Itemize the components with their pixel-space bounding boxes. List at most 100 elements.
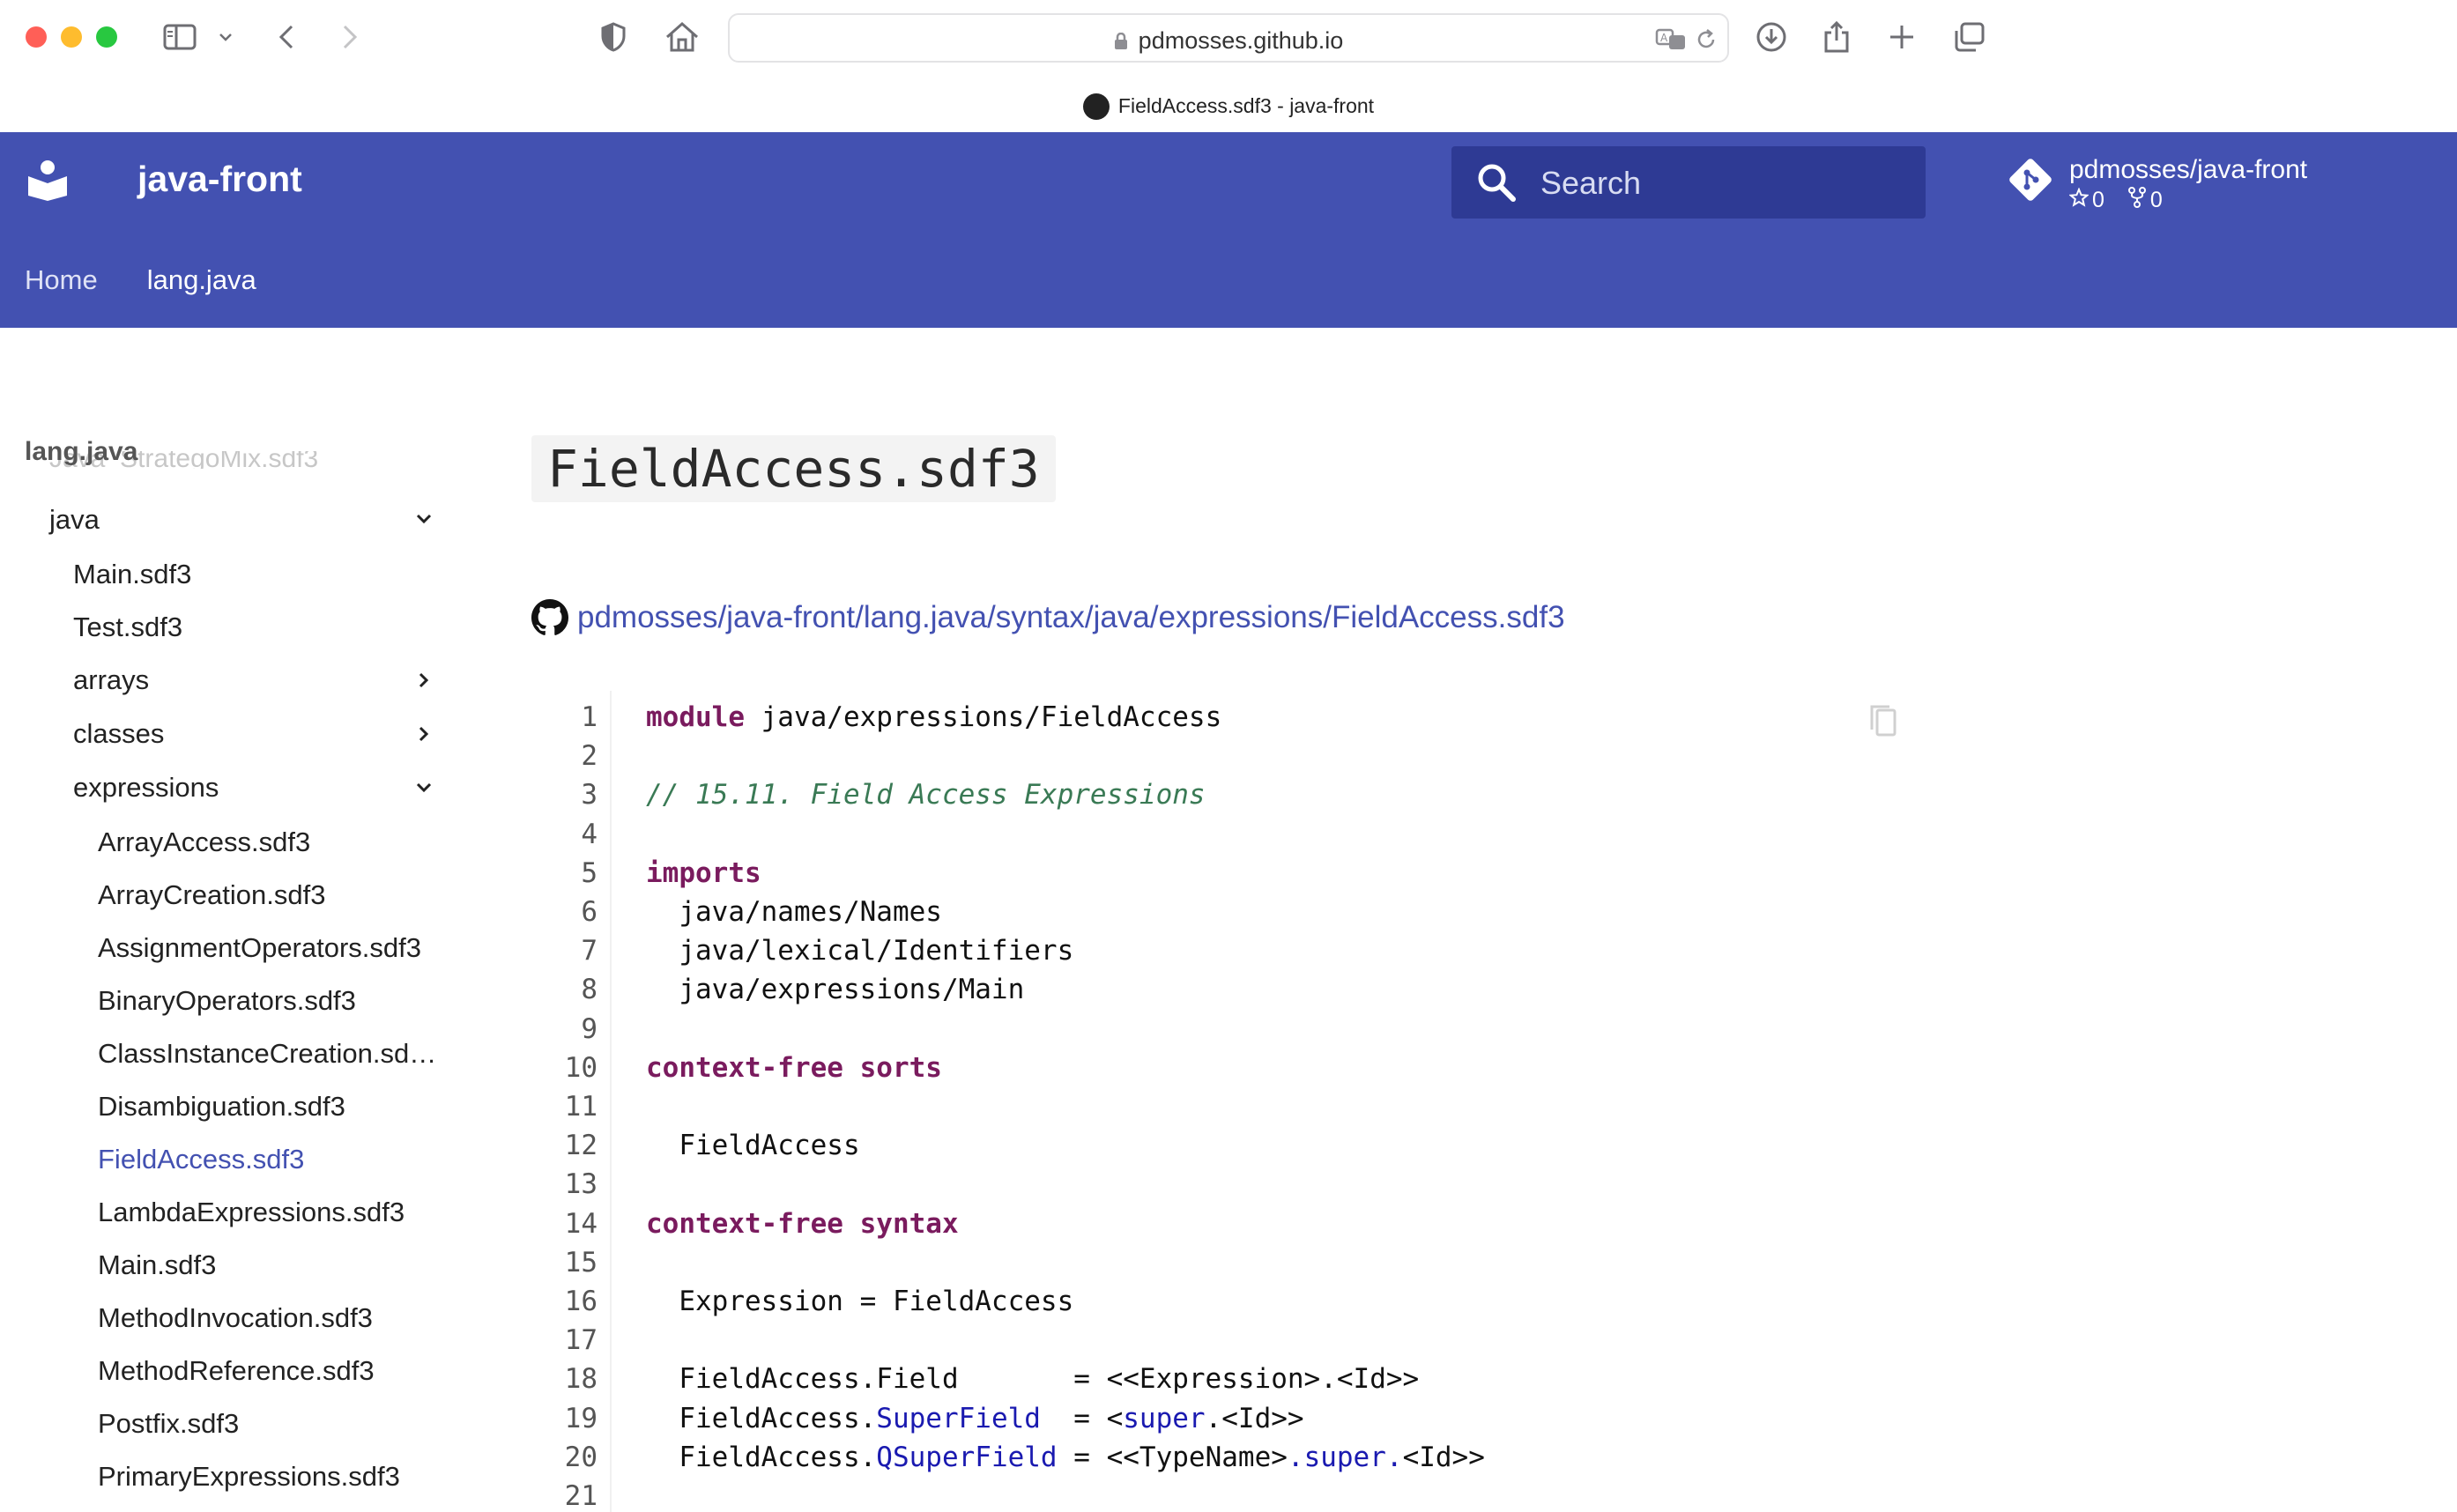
search-placeholder: Search — [1540, 165, 1642, 201]
forward-icon[interactable] — [335, 16, 365, 58]
code-line: java/expressions/Main — [646, 974, 1025, 1006]
address-bar[interactable]: pdmosses.github.io A — [728, 13, 1729, 63]
line-number: 11 — [564, 1091, 598, 1123]
code-line: FieldAccess.SuperField = <super.<Id>> — [646, 1402, 1304, 1434]
line-number: 17 — [564, 1324, 598, 1357]
sidebar-item-primaryexpressions[interactable]: PrimaryExpressions.sdf3 — [98, 1461, 400, 1493]
line-number: 15 — [564, 1246, 598, 1279]
sidebar-item-expressions[interactable]: expressions — [73, 772, 219, 804]
chevron-down-icon[interactable] — [215, 16, 236, 58]
page-title: FieldAccess.sdf3 — [531, 435, 1056, 502]
repository-link[interactable]: pdmosses/java-front 0 0 — [2006, 155, 2376, 217]
top-tabs: Home lang.java — [25, 264, 256, 296]
translate-icon[interactable]: A — [1653, 19, 1689, 61]
sidebar-item-lambdaexpressions[interactable]: LambdaExpressions.sdf3 — [98, 1197, 405, 1228]
lock-icon — [1114, 29, 1128, 49]
close-window-button[interactable] — [26, 26, 47, 48]
sidebar-title: lang.java — [25, 437, 138, 466]
line-number: 3 — [581, 779, 598, 812]
svg-text:A: A — [1660, 32, 1668, 44]
source-link-text: pdmosses/java-front/lang.java/syntax/jav… — [577, 600, 1565, 634]
line-number: 1 — [581, 701, 598, 733]
star-icon — [2068, 187, 2090, 213]
line-number: 7 — [581, 935, 598, 967]
sidebar-item-classinstancecreation[interactable]: ClassInstanceCreation.sd… — [98, 1038, 436, 1070]
favicon-icon — [1082, 93, 1110, 120]
url-text: pdmosses.github.io — [1138, 27, 1344, 54]
line-number: 13 — [564, 1168, 598, 1201]
code-line: imports — [646, 856, 761, 889]
line-number: 16 — [564, 1286, 598, 1317]
code-line: java/names/Names — [646, 896, 942, 928]
line-number: 14 — [564, 1207, 598, 1240]
sidebar-item-java[interactable]: java — [49, 504, 100, 536]
code-line: context-free sorts — [646, 1051, 942, 1084]
sidebar-toggle-icon[interactable] — [160, 16, 199, 58]
sidebar-item-assignmentoperators[interactable]: AssignmentOperators.sdf3 — [98, 932, 421, 964]
share-icon[interactable] — [1819, 16, 1854, 58]
code-line: java/lexical/Identifiers — [646, 935, 1074, 967]
sidebar-item-arraycreation[interactable]: ArrayCreation.sdf3 — [98, 879, 325, 911]
tab-home[interactable]: Home — [25, 264, 98, 296]
back-icon[interactable] — [271, 16, 301, 58]
browser-tab[interactable]: FieldAccess.sdf3 - java-front — [0, 93, 2457, 120]
sidebar-item-disambiguation[interactable]: Disambiguation.sdf3 — [98, 1091, 345, 1123]
chevron-down-icon[interactable] — [411, 775, 437, 801]
main-content: FieldAccess.sdf3 pdmosses/java-front/lan… — [529, 328, 2457, 1512]
copy-icon[interactable] — [1868, 703, 1898, 738]
code-gutter-divider — [610, 691, 612, 1512]
line-number: 18 — [564, 1363, 598, 1396]
tab-title: FieldAccess.sdf3 - java-front — [1117, 94, 1375, 117]
home-icon[interactable] — [663, 16, 701, 58]
sidebar-item-binaryoperators[interactable]: BinaryOperators.sdf3 — [98, 985, 356, 1017]
github-icon — [531, 599, 568, 636]
code-line: context-free syntax — [646, 1207, 959, 1240]
sidebar-item-main[interactable]: Main.sdf3 — [73, 559, 191, 590]
line-number: 6 — [581, 896, 598, 928]
line-number: 5 — [581, 856, 598, 889]
sidebar-item-expressions-main[interactable]: Main.sdf3 — [98, 1249, 216, 1281]
line-number: 4 — [581, 818, 598, 850]
line-number: 10 — [564, 1051, 598, 1084]
minimize-window-button[interactable] — [61, 26, 82, 48]
code-block: 1 module java/expressions/FieldAccess 2 3 //… — [529, 691, 1921, 1512]
search-icon — [1476, 162, 1517, 203]
line-number: 12 — [564, 1130, 598, 1162]
sidebar-item-fieldaccess[interactable]: FieldAccess.sdf3 — [98, 1144, 304, 1175]
code-line: module java/expressions/FieldAccess — [646, 701, 1222, 733]
fork-icon — [2127, 187, 2147, 214]
line-number: 2 — [581, 740, 598, 773]
browser-toolbar: pdmosses.github.io A FieldAccess.sdf3 - … — [0, 0, 2457, 132]
code-line: Expression = FieldAccess — [646, 1286, 1074, 1317]
line-number: 20 — [564, 1441, 598, 1473]
site-title[interactable]: java-front — [137, 159, 302, 200]
git-icon — [2006, 155, 2055, 204]
search-input[interactable]: Search — [1451, 146, 1926, 219]
star-count: 0 — [2092, 188, 2104, 212]
reload-icon[interactable] — [1690, 19, 1722, 61]
sidebar-item-methodinvocation[interactable]: MethodInvocation.sdf3 — [98, 1302, 373, 1334]
source-link[interactable]: pdmosses/java-front/lang.java/syntax/jav… — [531, 599, 1565, 636]
sidebar-item-classes[interactable]: classes — [73, 718, 164, 750]
zoom-window-button[interactable] — [96, 26, 117, 48]
code-line: FieldAccess.Field = <<Expression>.<Id>> — [646, 1363, 1420, 1396]
line-number: 21 — [564, 1480, 598, 1512]
downloads-icon[interactable] — [1752, 16, 1791, 58]
book-logo-icon[interactable] — [26, 159, 69, 201]
sidebar-item-test[interactable]: Test.sdf3 — [73, 611, 182, 643]
line-number: 19 — [564, 1402, 598, 1434]
privacy-shield-icon[interactable] — [596, 16, 631, 58]
line-number: 8 — [581, 974, 598, 1006]
tab-overview-icon[interactable] — [1949, 16, 1988, 58]
chevron-right-icon[interactable] — [411, 667, 437, 693]
sidebar-item-methodreference[interactable]: MethodReference.sdf3 — [98, 1355, 375, 1387]
tab-lang-java[interactable]: lang.java — [147, 264, 256, 296]
sidebar-item-postfix[interactable]: Postfix.sdf3 — [98, 1408, 239, 1440]
chevron-down-icon[interactable] — [411, 506, 437, 532]
chevron-right-icon[interactable] — [411, 721, 437, 747]
new-tab-icon[interactable] — [1884, 16, 1919, 58]
code-line: FieldAccess — [646, 1130, 860, 1162]
sidebar-nav: Java_StrategoMix.sdf3 lang.java java Mai… — [0, 328, 458, 1512]
sidebar-item-arrayaccess[interactable]: ArrayAccess.sdf3 — [98, 826, 310, 858]
sidebar-item-arrays[interactable]: arrays — [73, 664, 149, 696]
